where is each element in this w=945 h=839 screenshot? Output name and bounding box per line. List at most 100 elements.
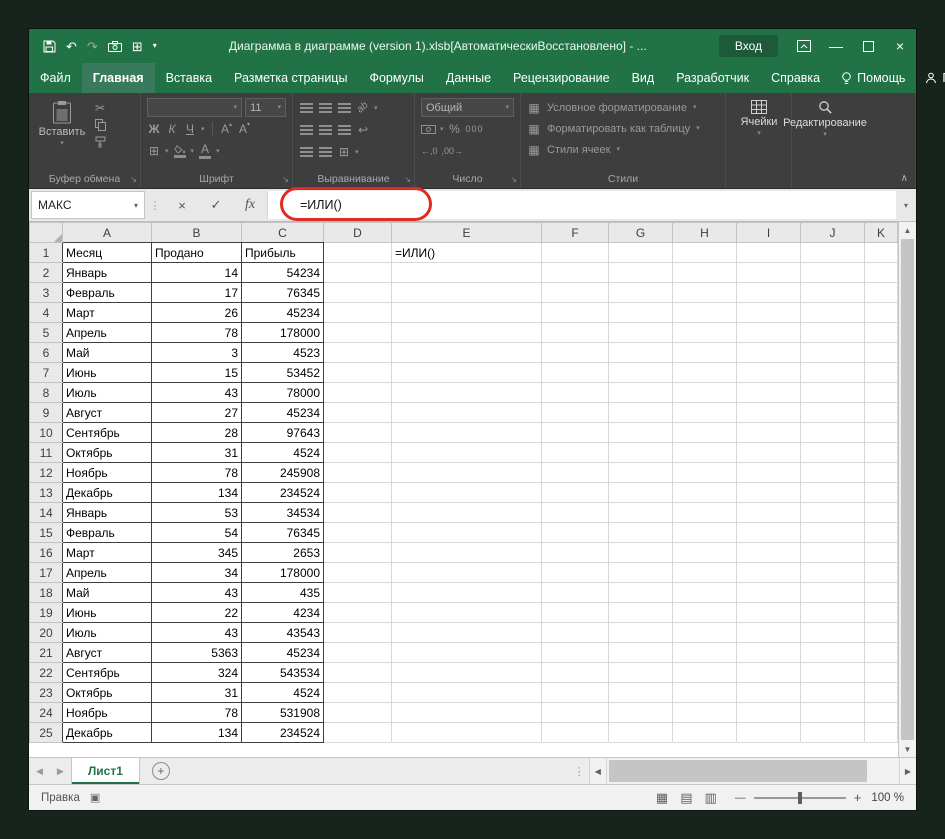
normal-view-button[interactable]: ▦ bbox=[656, 790, 668, 806]
row-header[interactable]: 3 bbox=[29, 282, 63, 303]
cell[interactable]: 4523 bbox=[241, 342, 324, 363]
cell[interactable] bbox=[864, 722, 898, 743]
cell[interactable] bbox=[608, 362, 673, 383]
cell[interactable] bbox=[672, 282, 737, 303]
scroll-left-icon[interactable]: ◀ bbox=[588, 758, 606, 784]
cell[interactable]: 53452 bbox=[241, 362, 324, 383]
row-header[interactable]: 9 bbox=[29, 402, 63, 423]
cell[interactable]: 54234 bbox=[241, 262, 324, 283]
redo-button[interactable]: ↷ bbox=[87, 40, 98, 53]
column-header[interactable]: A bbox=[62, 222, 152, 243]
formula-bar-expand-button[interactable]: ▾ bbox=[896, 189, 916, 221]
row-header[interactable]: 21 bbox=[29, 642, 63, 663]
cell[interactable] bbox=[323, 302, 392, 323]
cell[interactable] bbox=[323, 422, 392, 443]
cell[interactable] bbox=[672, 542, 737, 563]
sign-in-button[interactable]: Вход bbox=[718, 35, 778, 57]
cell[interactable] bbox=[608, 342, 673, 363]
row-header[interactable]: 6 bbox=[29, 342, 63, 363]
cell[interactable] bbox=[736, 722, 801, 743]
cell[interactable] bbox=[736, 462, 801, 483]
cell[interactable] bbox=[323, 382, 392, 403]
cell[interactable]: Июнь bbox=[62, 362, 152, 383]
cell[interactable] bbox=[736, 282, 801, 303]
cell[interactable]: 26 bbox=[151, 302, 242, 323]
cell[interactable]: 28 bbox=[151, 422, 242, 443]
cell[interactable] bbox=[323, 722, 392, 743]
conditional-formatting-button[interactable]: ▦ Условное форматирование ▾ bbox=[527, 98, 719, 117]
cell[interactable]: 14 bbox=[151, 262, 242, 283]
cell-styles-button[interactable]: ▦ Стили ячеек ▾ bbox=[527, 140, 719, 159]
column-header[interactable]: B bbox=[151, 222, 242, 243]
cut-button[interactable]: ✂ bbox=[95, 102, 106, 114]
cell[interactable]: Май bbox=[62, 582, 152, 603]
cell[interactable] bbox=[800, 242, 865, 263]
cell[interactable] bbox=[541, 662, 609, 683]
zoom-level[interactable]: 100 % bbox=[871, 792, 904, 804]
align-left-button[interactable] bbox=[300, 125, 313, 135]
cell[interactable]: Декабрь bbox=[62, 722, 152, 743]
cell[interactable] bbox=[864, 642, 898, 663]
cell[interactable] bbox=[800, 282, 865, 303]
cell[interactable] bbox=[864, 402, 898, 423]
cell[interactable] bbox=[323, 562, 392, 583]
font-color-button[interactable]: А bbox=[198, 143, 212, 159]
cell[interactable] bbox=[672, 302, 737, 323]
font-name-dropdown-icon[interactable]: ▾ bbox=[234, 104, 238, 111]
row-header[interactable]: 17 bbox=[29, 562, 63, 583]
cell[interactable] bbox=[800, 662, 865, 683]
cell[interactable] bbox=[323, 282, 392, 303]
cell[interactable] bbox=[608, 602, 673, 623]
merge-center-button[interactable]: ⊞ bbox=[337, 146, 351, 158]
cell[interactable] bbox=[800, 302, 865, 323]
cell[interactable]: 45234 bbox=[241, 302, 324, 323]
cell[interactable]: 78000 bbox=[241, 382, 324, 403]
cell[interactable] bbox=[323, 682, 392, 703]
borders-button[interactable]: ⊞ bbox=[147, 145, 161, 157]
borders-dropdown-icon[interactable]: ▾ bbox=[165, 148, 169, 155]
cell[interactable] bbox=[800, 262, 865, 283]
cell[interactable] bbox=[541, 602, 609, 623]
cell[interactable] bbox=[391, 522, 542, 543]
cell[interactable] bbox=[672, 662, 737, 683]
row-header[interactable]: 25 bbox=[29, 722, 63, 743]
cell[interactable] bbox=[391, 622, 542, 643]
cell[interactable] bbox=[864, 482, 898, 503]
cell[interactable] bbox=[391, 382, 542, 403]
cell[interactable]: 54 bbox=[151, 522, 242, 543]
cell[interactable]: 27 bbox=[151, 402, 242, 423]
cell[interactable]: 22 bbox=[151, 602, 242, 623]
cell[interactable]: Продано bbox=[151, 242, 242, 263]
cell[interactable] bbox=[541, 562, 609, 583]
cell[interactable]: Апрель bbox=[62, 562, 152, 583]
cell[interactable]: 78 bbox=[151, 702, 242, 723]
cell[interactable]: 178000 bbox=[241, 322, 324, 343]
vertical-scroll-thumb[interactable] bbox=[901, 239, 914, 740]
cell[interactable] bbox=[391, 562, 542, 583]
column-header[interactable]: J bbox=[800, 222, 865, 243]
cell[interactable] bbox=[864, 522, 898, 543]
cell[interactable] bbox=[608, 502, 673, 523]
tab-help[interactable]: Справка bbox=[760, 63, 831, 93]
cell[interactable] bbox=[672, 502, 737, 523]
cell[interactable] bbox=[800, 682, 865, 703]
cell[interactable]: Март bbox=[62, 542, 152, 563]
row-header[interactable]: 10 bbox=[29, 422, 63, 443]
cell[interactable] bbox=[800, 642, 865, 663]
cell[interactable] bbox=[672, 722, 737, 743]
cell[interactable]: Январь bbox=[62, 262, 152, 283]
underline-button[interactable]: Ч bbox=[183, 123, 197, 135]
cell[interactable] bbox=[736, 242, 801, 263]
cell[interactable] bbox=[541, 482, 609, 503]
cell[interactable] bbox=[800, 622, 865, 643]
paste-dropdown-icon[interactable]: ▾ bbox=[60, 140, 64, 147]
cell[interactable] bbox=[391, 282, 542, 303]
format-painter-button[interactable] bbox=[95, 136, 106, 148]
cell[interactable]: 45234 bbox=[241, 642, 324, 663]
cell[interactable] bbox=[608, 402, 673, 423]
cell[interactable] bbox=[541, 262, 609, 283]
cell[interactable]: Июль bbox=[62, 622, 152, 643]
cell[interactable] bbox=[800, 562, 865, 583]
row-header[interactable]: 8 bbox=[29, 382, 63, 403]
orientation-button[interactable]: ab bbox=[354, 100, 371, 117]
